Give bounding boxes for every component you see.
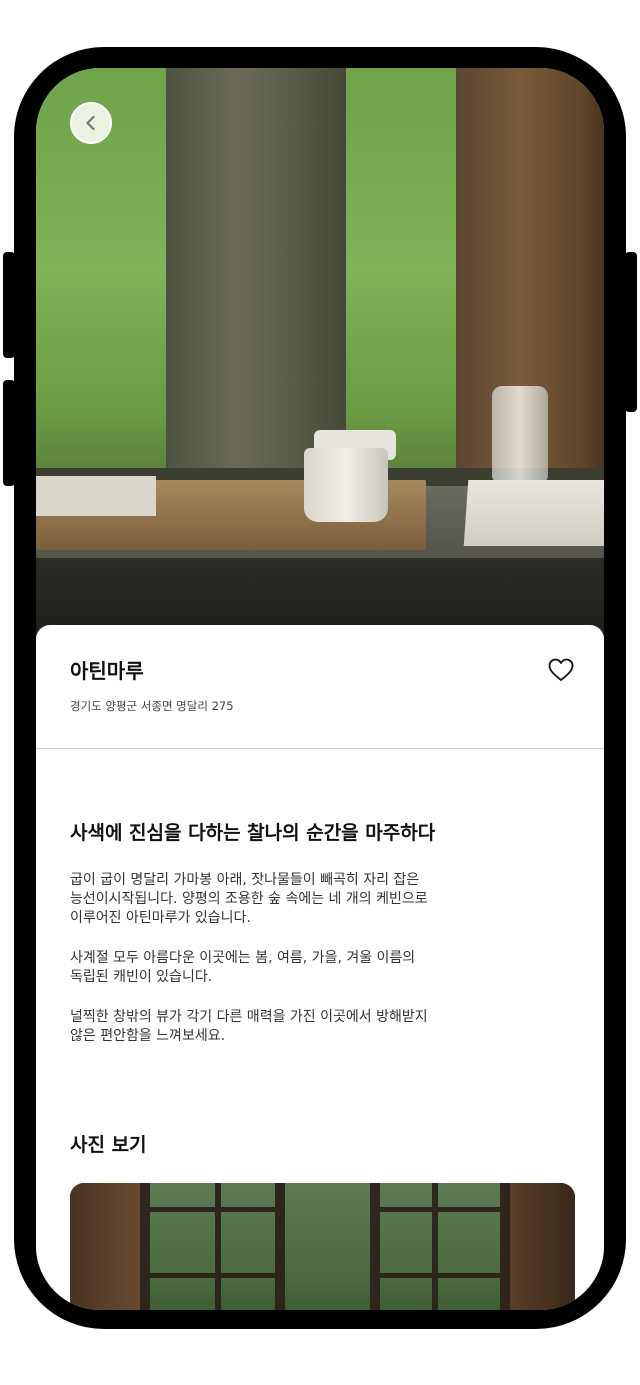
window-mullion: [150, 1207, 275, 1212]
paragraph-line: 이루어진 아틴마루가 있습니다.: [70, 910, 251, 926]
divider: [36, 748, 604, 749]
photos-section-title: 사진 보기: [70, 1134, 147, 1156]
window-mullion: [432, 1183, 438, 1310]
place-address: 경기도 양평군 서종면 명달리 275: [70, 699, 234, 713]
favorite-button[interactable]: [546, 655, 576, 685]
wood-wall: [70, 1183, 140, 1310]
wood-wall: [510, 1183, 575, 1310]
photo-gallery-item[interactable]: [70, 1183, 575, 1310]
description-paragraph: 굽이 굽이 명달리 가마봉 아래, 잣나물들이 빼곡히 자리 잡은 능선이시작됩…: [70, 871, 530, 928]
window-mullion: [140, 1183, 150, 1310]
paragraph-line: 널찍한 창밖의 뷰가 각기 다른 매력을 가진 이곳에서 방해받지: [70, 1009, 428, 1025]
forest-view: [140, 1183, 510, 1310]
volume-up-button: [3, 252, 15, 358]
book: [463, 480, 604, 546]
window-mullion: [275, 1183, 285, 1310]
window-mullion: [370, 1183, 380, 1310]
paragraph-line: 굽이 굽이 명달리 가마봉 아래, 잣나물들이 빼곡히 자리 잡은: [70, 872, 420, 888]
description-headline: 사색에 진심을 다하는 찰나의 순간을 마주하다: [70, 822, 436, 844]
glass-vase: [492, 386, 548, 482]
description-paragraph: 널찍한 창밖의 뷰가 각기 다른 매력을 가진 이곳에서 방해받지 않은 편안함…: [70, 1008, 530, 1046]
back-button[interactable]: [70, 102, 112, 144]
volume-down-button: [3, 380, 15, 486]
paragraph-line: 않은 편안함을 느껴보세요.: [70, 1028, 226, 1044]
detail-card: 아틴마루 경기도 양평군 서종면 명달리 275 사색에 진심을 다하는 찰나의…: [36, 625, 604, 1310]
power-button: [625, 252, 637, 412]
window-mullion: [500, 1183, 510, 1310]
window-mullion: [380, 1207, 500, 1212]
place-name: 아틴마루: [70, 659, 144, 683]
screen: 아틴마루 경기도 양평군 서종면 명달리 275 사색에 진심을 다하는 찰나의…: [36, 68, 604, 1310]
window-mullion: [215, 1183, 221, 1310]
window-mullion: [150, 1273, 275, 1278]
description-paragraph: 사계절 모두 아름다운 이곳에는 봄, 여름, 가을, 겨울 이름의 독립된 캐…: [70, 949, 530, 987]
paper-box: [36, 476, 156, 516]
heart-outline-icon: [548, 658, 574, 681]
hero-photo: [36, 68, 604, 648]
cup: [304, 448, 388, 522]
paragraph-line: 독립된 캐빈이 있습니다.: [70, 969, 213, 985]
window-mullion: [380, 1273, 500, 1278]
paragraph-line: 사계절 모두 아름다운 이곳에는 봄, 여름, 가을, 겨울 이름의: [70, 950, 416, 966]
chevron-left-icon: [86, 115, 95, 131]
tree-trunk: [166, 68, 346, 468]
paragraph-line: 능선이시작됩니다. 양평의 조용한 숲 속에는 네 개의 케빈으로: [70, 891, 428, 907]
